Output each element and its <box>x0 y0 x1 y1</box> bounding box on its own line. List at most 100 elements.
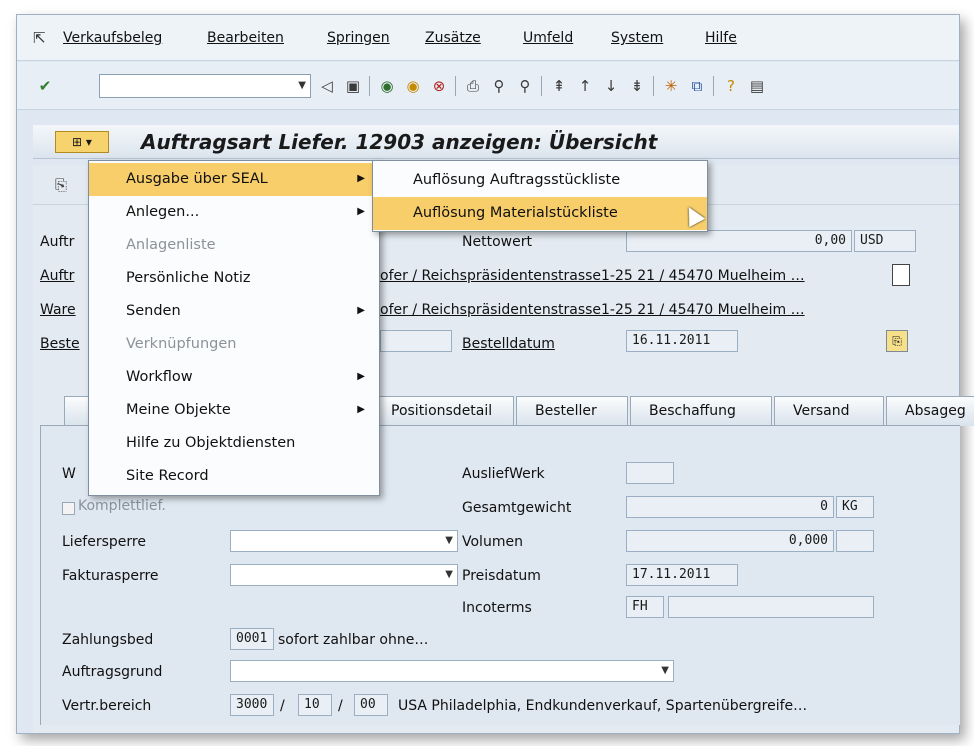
menu-item-persoenliche-notiz[interactable]: Persönliche Notiz <box>89 262 379 295</box>
auftragsgrund-label: Auftragsgrund <box>62 664 163 680</box>
page-title: Auftragsart Liefer. 12903 anzeigen: Über… <box>141 130 658 154</box>
chevron-down-icon[interactable]: ▼ <box>445 535 453 546</box>
incoterms-text-field[interactable] <box>668 596 874 618</box>
print-icon[interactable]: ⎙ <box>463 76 483 96</box>
menu-item-label: Senden <box>126 303 181 319</box>
enter-icon[interactable]: ✔ <box>35 76 55 96</box>
submenu-item-label: Auflösung Auftragsstückliste <box>413 172 621 188</box>
document-icon[interactable] <box>892 264 910 286</box>
chevron-down-icon[interactable]: ▼ <box>445 569 453 580</box>
bestelldatum-label: Bestelldatum <box>462 336 555 352</box>
new-session-icon[interactable]: ✳ <box>661 76 681 96</box>
object-services-button[interactable]: ⊞ ▾ <box>55 131 109 153</box>
separator-slash: / <box>280 698 285 714</box>
menu-item-label: Workflow <box>126 369 193 385</box>
find-icon[interactable]: ⚲ <box>489 76 509 96</box>
back-icon[interactable]: ◁ <box>317 76 337 96</box>
submenu-item-materialstueckliste[interactable]: Auflösung Materialstückliste <box>373 197 707 230</box>
menu-item-ausgabe-seal[interactable]: Ausgabe über SEAL ▶ <box>89 163 379 196</box>
volumen-field[interactable]: 0,000 <box>626 530 834 552</box>
next-page-icon[interactable]: ↓ <box>601 76 621 96</box>
calendar-icon[interactable]: ⎘ <box>886 330 908 352</box>
first-page-icon[interactable]: ⇞ <box>549 76 569 96</box>
menu-item-meine-objekte[interactable]: Meine Objekte ▶ <box>89 394 379 427</box>
nettowert-field[interactable]: 0,00 <box>626 230 852 252</box>
incoterms-field[interactable]: FH <box>626 596 664 618</box>
komplettlief-checkbox[interactable] <box>62 502 75 515</box>
last-page-icon[interactable]: ⇟ <box>627 76 647 96</box>
shortcut-icon[interactable]: ⧉ <box>687 76 707 96</box>
liefersperre-dropdown[interactable]: ▼ <box>230 530 458 552</box>
menu-bearbeiten[interactable]: Bearbeiten <box>207 30 284 46</box>
title-bar: ⊞ ▾ Auftragsart Liefer. 12903 anzeigen: … <box>33 125 959 159</box>
menu-item-hilfe-objektdienste[interactable]: Hilfe zu Objektdiensten <box>89 427 379 460</box>
toolbar-separator <box>713 76 714 96</box>
separator-slash: / <box>338 698 343 714</box>
menu-item-site-record[interactable]: Site Record <box>89 460 379 493</box>
bestellnummer-label: Beste <box>40 336 80 352</box>
fakturasperre-dropdown[interactable]: ▼ <box>230 564 458 586</box>
layout-icon[interactable]: ▤ <box>747 76 767 96</box>
tab-label: Positionsdetail <box>391 403 493 419</box>
exit-icon[interactable]: ◉ <box>403 76 423 96</box>
command-field[interactable]: ▼ <box>99 74 311 98</box>
gewicht-unit-field[interactable]: KG <box>836 496 874 518</box>
auftraggeber-text[interactable]: ofer / Reichspräsidentenstrasse1-25 21 /… <box>380 268 805 284</box>
sparte-field[interactable]: 00 <box>354 694 388 716</box>
toolbar-separator <box>653 76 654 96</box>
vertrbereich-label: Vertr.bereich <box>62 698 152 714</box>
toolbar-separator <box>455 76 456 96</box>
ausliefwerk-field[interactable] <box>626 462 674 484</box>
chevron-right-icon: ▶ <box>357 404 365 415</box>
chevron-down-icon[interactable]: ▼ <box>298 80 306 91</box>
find-next-icon[interactable]: ⚲ <box>515 76 535 96</box>
bestelldatum-field[interactable]: 16.11.2011 <box>626 330 738 352</box>
menu-item-label: Ausgabe über SEAL <box>126 171 268 187</box>
tab-versand[interactable]: Versand <box>774 396 884 426</box>
submenu-item-auftragsstueckliste[interactable]: Auflösung Auftragsstückliste <box>373 164 707 197</box>
gesamtgewicht-field[interactable]: 0 <box>626 496 834 518</box>
save-icon[interactable]: ▣ <box>343 76 363 96</box>
tab-label: Beschaffung <box>649 403 736 419</box>
chevron-right-icon: ▶ <box>357 305 365 316</box>
menu-item-label: Hilfe zu Objektdiensten <box>126 435 296 451</box>
warenempfaenger-text[interactable]: ofer / Reichspräsidentenstrasse1-25 21 /… <box>380 302 805 318</box>
menu-item-anlagenliste[interactable]: Anlagenliste <box>89 229 379 262</box>
volumen-unit-field[interactable] <box>836 530 874 552</box>
menu-zusaetze[interactable]: Zusätze <box>425 30 481 46</box>
tab-absagegruende[interactable]: Absageg <box>886 396 974 426</box>
menu-item-verknuepfungen[interactable]: Verknüpfungen <box>89 328 379 361</box>
system-menu-icon[interactable]: ⇱ <box>33 29 46 47</box>
tab-label: Versand <box>793 403 850 419</box>
toolbar-separator <box>541 76 542 96</box>
preisdatum-label: Preisdatum <box>462 568 541 584</box>
display-document-icon[interactable]: ⎘ <box>51 175 71 195</box>
bestellnummer-field[interactable] <box>380 330 452 352</box>
chevron-right-icon: ▶ <box>357 371 365 382</box>
menu-verkaufsbeleg[interactable]: Verkaufsbeleg <box>63 30 162 46</box>
cancel-icon[interactable]: ⊗ <box>429 76 449 96</box>
ausliefwerk-label: AusliefWerk <box>462 466 545 482</box>
zahlungsbed-field[interactable]: 0001 <box>230 628 274 650</box>
services-icon: ⊞ ▾ <box>72 135 92 149</box>
tab-beschaffung[interactable]: Beschaffung <box>630 396 772 426</box>
help-icon[interactable]: ? <box>721 76 741 96</box>
currency-field[interactable]: USD <box>854 230 916 252</box>
vkorg-field[interactable]: 3000 <box>230 694 274 716</box>
tab-besteller[interactable]: Besteller <box>516 396 628 426</box>
vtweg-field[interactable]: 10 <box>298 694 332 716</box>
menu-springen[interactable]: Springen <box>327 30 390 46</box>
chevron-down-icon[interactable]: ▼ <box>661 665 669 676</box>
menu-item-senden[interactable]: Senden ▶ <box>89 295 379 328</box>
menu-item-anlegen[interactable]: Anlegen... ▶ <box>89 196 379 229</box>
menu-umfeld[interactable]: Umfeld <box>523 30 573 46</box>
auftragsgrund-dropdown[interactable]: ▼ <box>230 660 674 682</box>
prev-page-icon[interactable]: ↑ <box>575 76 595 96</box>
menu-system[interactable]: System <box>611 30 663 46</box>
tab-positionsdetail[interactable]: Positionsdetail <box>372 396 514 426</box>
back-nav-icon[interactable]: ◉ <box>377 76 397 96</box>
menu-hilfe[interactable]: Hilfe <box>705 30 737 46</box>
preisdatum-field[interactable]: 17.11.2011 <box>626 564 738 586</box>
incoterms-label: Incoterms <box>462 600 532 616</box>
menu-item-workflow[interactable]: Workflow ▶ <box>89 361 379 394</box>
